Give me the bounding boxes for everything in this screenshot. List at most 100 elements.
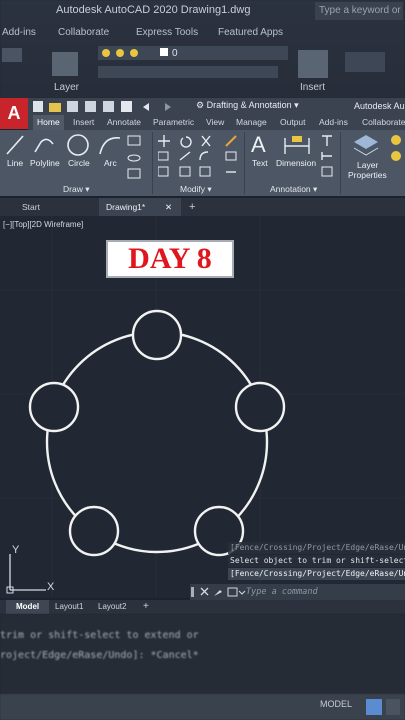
- array-icon[interactable]: [199, 166, 211, 177]
- command-history: [Fence/Crossing/Project/Edge/eRase/Undo]…: [228, 542, 405, 582]
- line-icon: [6, 135, 24, 155]
- polyline-button[interactable]: Polyline: [30, 158, 60, 168]
- workspace-label: Drafting & Annotation: [206, 100, 292, 110]
- close-command-line-icon[interactable]: [200, 587, 209, 596]
- ucs-icon: Y X: [6, 544, 55, 594]
- drawing1-tab[interactable]: Drawing1* ✕: [99, 198, 181, 216]
- line-button[interactable]: Line: [7, 158, 23, 168]
- tab-annotate[interactable]: Annotate: [107, 115, 141, 130]
- workspace-switcher[interactable]: ⚙ Drafting & Annotation ▾: [196, 100, 299, 111]
- grid-icon[interactable]: [366, 699, 382, 715]
- command-input[interactable]: Type a command: [246, 584, 405, 600]
- start-tab[interactable]: Start: [2, 198, 98, 216]
- web-mobile-icon[interactable]: [103, 101, 114, 112]
- scale-icon[interactable]: [179, 166, 191, 177]
- tab-add-ins[interactable]: Add-ins: [319, 115, 348, 130]
- command-history-line: [Fence/Crossing/Project/Edge/eRase/Undo]…: [228, 542, 405, 554]
- circle-icon: [67, 134, 89, 156]
- dimension-button[interactable]: Dimension: [276, 158, 316, 168]
- close-tab-icon[interactable]: ✕: [165, 198, 172, 216]
- model-tab[interactable]: Model: [6, 600, 50, 614]
- multileader-icon[interactable]: [321, 152, 332, 160]
- copy-icon[interactable]: [158, 151, 169, 161]
- save-as-icon[interactable]: [85, 101, 96, 112]
- trim-icon[interactable]: [201, 135, 211, 147]
- command-history-line: Select object to trim or shift-select: [228, 555, 405, 567]
- explode-icon[interactable]: [225, 151, 237, 161]
- rotate-icon[interactable]: [180, 136, 192, 148]
- stretch-icon[interactable]: [158, 166, 169, 177]
- ribbon-tab-bar: Home Insert Annotate Parametric View Man…: [28, 115, 405, 130]
- layer-state-icons: [391, 135, 401, 161]
- modify-panel-title[interactable]: Modify ▾: [180, 184, 212, 195]
- background-search-box: Type a keyword or phrase: [315, 2, 403, 20]
- autocad-logo-button[interactable]: A: [0, 98, 28, 129]
- undo-icon[interactable]: [143, 103, 149, 111]
- new-tab-button[interactable]: +: [189, 198, 195, 216]
- tab-manage[interactable]: Manage: [236, 115, 267, 130]
- layout2-tab[interactable]: Layout2: [98, 600, 126, 614]
- erase-icon[interactable]: [225, 135, 237, 147]
- command-line-grip-icon[interactable]: [191, 587, 194, 597]
- text-icon: A: [251, 132, 266, 157]
- new-file-icon[interactable]: [33, 101, 43, 112]
- draw-panel-title[interactable]: Draw ▾: [63, 184, 89, 195]
- ucs-y-label: Y: [12, 544, 20, 556]
- arc-button[interactable]: Arc: [104, 158, 117, 168]
- save-icon[interactable]: [67, 101, 78, 112]
- layer-properties-label-2[interactable]: Properties: [348, 170, 387, 180]
- snap-icon[interactable]: [386, 699, 400, 715]
- ellipse-icon[interactable]: [127, 154, 141, 162]
- layer-properties-icon: [353, 135, 379, 156]
- background-toolbar: Layer 0 Insert: [2, 46, 385, 93]
- chevron-down-icon[interactable]: [238, 590, 246, 595]
- polyline-icon: [34, 138, 54, 153]
- status-model-label[interactable]: MODEL: [320, 699, 352, 709]
- background-tab-express-tools: Express Tools: [136, 27, 199, 38]
- annotation-panel-title[interactable]: Annotation ▾: [270, 184, 317, 195]
- leader-icon[interactable]: [322, 135, 332, 146]
- hatch-icon[interactable]: [127, 168, 141, 179]
- circle-right[interactable]: [234, 381, 286, 433]
- command-history-line: [Fence/Crossing/Project/Edge/eRase/Undo]…: [228, 568, 405, 580]
- text-button[interactable]: Text: [252, 158, 268, 168]
- circle-top[interactable]: [131, 309, 183, 361]
- circle-button[interactable]: Circle: [68, 158, 90, 168]
- background-ribbon-tabs: Add-ins Collaborate Express Tools Featur…: [0, 27, 405, 41]
- arc-icon: [99, 137, 121, 155]
- modify-tools: [158, 135, 237, 177]
- add-layout-button[interactable]: +: [143, 600, 149, 614]
- rectangle-icon[interactable]: [127, 135, 141, 146]
- day-banner-title: DAY 8: [128, 242, 212, 275]
- redo-icon[interactable]: [165, 103, 171, 111]
- move-icon[interactable]: [158, 135, 170, 147]
- viewport-controls[interactable]: [−][Top][2D Wireframe]: [3, 220, 83, 229]
- layout1-tab[interactable]: Layout1: [55, 600, 83, 614]
- fillet-icon[interactable]: [199, 151, 209, 161]
- circle-left[interactable]: [28, 381, 80, 433]
- open-folder-icon[interactable]: [49, 103, 61, 112]
- customize-icon[interactable]: [214, 590, 222, 596]
- annotation-small-tools: [321, 135, 333, 177]
- plot-icon[interactable]: [121, 101, 132, 112]
- tab-parametric[interactable]: Parametric: [153, 115, 194, 130]
- background-insert-label: Insert: [300, 82, 325, 93]
- tab-output[interactable]: Output: [280, 115, 306, 130]
- ucs-x-label: X: [47, 581, 55, 593]
- background-tab-featured-apps: Featured Apps: [218, 27, 284, 38]
- tab-insert[interactable]: Insert: [73, 115, 94, 130]
- recent-commands-icon[interactable]: [227, 587, 238, 597]
- circle-bottom-left[interactable]: [68, 505, 120, 557]
- tab-home[interactable]: Home: [33, 115, 64, 130]
- layer-properties-label-1[interactable]: Layer: [357, 160, 378, 170]
- tab-collaborate[interactable]: Collaborate: [362, 115, 405, 130]
- mirror-icon[interactable]: [179, 151, 191, 161]
- document-tab-bar: Start Drawing1* ✕ +: [0, 198, 405, 216]
- drawing1-tab-label: Drawing1*: [106, 202, 146, 212]
- dimension-icon: [284, 136, 310, 154]
- quick-access-icons: [33, 101, 171, 112]
- table-icon[interactable]: [321, 166, 333, 177]
- tab-view[interactable]: View: [206, 115, 224, 130]
- layout-tab-bar: Model Layout1 Layout2 +: [0, 600, 405, 614]
- background-tab-add-ins: Add-ins: [2, 27, 36, 38]
